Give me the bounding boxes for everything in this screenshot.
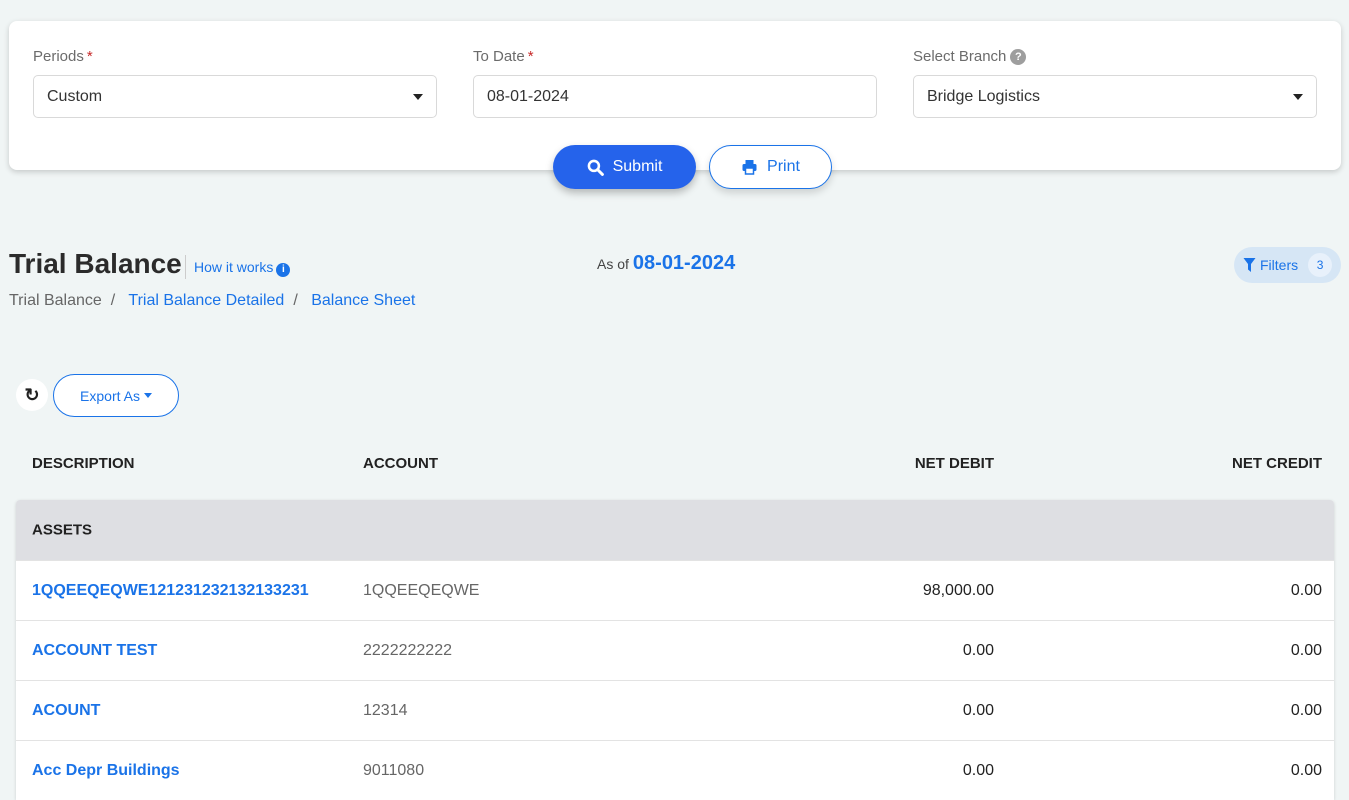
export-label: Export As [80, 387, 140, 404]
filters-label: Filters [1260, 257, 1299, 273]
printer-icon [742, 160, 757, 175]
breadcrumb-trial-balance-detailed[interactable]: Trial Balance Detailed [128, 292, 284, 309]
column-net-credit[interactable]: NET CREDIT [1232, 455, 1322, 472]
periods-select[interactable]: Custom [33, 75, 437, 118]
branch-select[interactable]: Bridge Logistics [913, 75, 1317, 118]
periods-value: Custom [47, 87, 103, 105]
account-cell: 9011080 [363, 761, 425, 779]
info-icon: i [276, 263, 291, 277]
required-mark: * [527, 48, 534, 65]
group-row: ASSETS [16, 500, 1334, 560]
account-cell: 1QQEEQEQWE [363, 581, 480, 599]
branch-label: Select Branch [913, 48, 1007, 65]
table-header: DESCRIPTION ACCOUNT NET DEBIT NET CREDIT [16, 455, 1334, 487]
account-cell: 12314 [363, 701, 408, 719]
to-date-value: 08-01-2024 [487, 87, 569, 105]
branch-value: Bridge Logistics [927, 87, 1040, 105]
as-of-label: As of [597, 256, 629, 272]
required-mark: * [86, 48, 93, 65]
table-row: 1QQEEQEQWE121231232132133231 1QQEEQEQWE … [16, 560, 1334, 620]
to-date-input[interactable]: 08-01-2024 [473, 75, 877, 118]
debit-cell: 98,000.00 [922, 581, 994, 599]
print-button[interactable]: Print [709, 145, 832, 189]
to-date-label: To Date [473, 48, 525, 65]
periods-label: Periods [33, 48, 84, 65]
filters-button[interactable]: Filters 3 [1234, 247, 1341, 283]
caret-down-icon [413, 93, 423, 100]
submit-label: Submit [612, 158, 663, 175]
trial-balance-table: ASSETS 1QQEEQEQWE121231232132133231 1QQE… [16, 500, 1334, 800]
as-of-date: As of 08-01-2024 [597, 252, 735, 275]
debit-cell: 0.00 [962, 641, 994, 659]
caret-down-icon [1293, 93, 1303, 100]
to-date-field: To Date * 08-01-2024 [473, 48, 877, 118]
how-it-works-link[interactable]: How it works i [185, 255, 291, 279]
description-link[interactable]: Acc Depr Buildings [32, 762, 180, 780]
credit-cell: 0.00 [1290, 581, 1322, 599]
table-row: ACCOUNT TEST 2222222222 0.00 0.00 [16, 620, 1334, 680]
periods-field: Periods * Custom [33, 48, 437, 118]
debit-cell: 0.00 [962, 701, 994, 719]
branch-field: Select Branch? Bridge Logistics [913, 48, 1317, 118]
search-icon [587, 159, 604, 176]
column-net-debit[interactable]: NET DEBIT [915, 455, 994, 472]
filters-count-badge: 3 [1308, 253, 1333, 277]
description-link[interactable]: ACOUNT [32, 702, 100, 720]
credit-cell: 0.00 [1290, 701, 1322, 719]
refresh-icon: ↻ [24, 384, 40, 405]
description-link[interactable]: 1QQEEQEQWE121231232132133231 [32, 582, 309, 600]
how-it-works-label: How it works [194, 259, 274, 275]
refresh-button[interactable]: ↻ [16, 379, 48, 411]
print-label: Print [767, 158, 800, 175]
credit-cell: 0.00 [1290, 761, 1322, 779]
breadcrumb-balance-sheet[interactable]: Balance Sheet [311, 292, 415, 309]
table-row: ACOUNT 12314 0.00 0.00 [16, 680, 1334, 740]
caret-down-icon [143, 393, 152, 398]
export-as-dropdown[interactable]: Export As [53, 374, 179, 417]
as-of-value: 08-01-2024 [632, 252, 736, 274]
submit-button[interactable]: Submit [553, 145, 696, 189]
column-account[interactable]: ACCOUNT [363, 455, 438, 472]
description-link[interactable]: ACCOUNT TEST [32, 642, 157, 660]
debit-cell: 0.00 [962, 761, 994, 779]
group-label: ASSETS [32, 521, 93, 539]
filter-icon [1243, 258, 1256, 272]
table-row: Acc Depr Buildings 9011080 0.00 0.00 [16, 740, 1334, 800]
breadcrumb: Trial Balance / Trial Balance Detailed / B… [9, 292, 416, 309]
page-title: Trial Balance [9, 248, 182, 279]
help-icon[interactable]: ? [1010, 49, 1027, 65]
column-description[interactable]: DESCRIPTION [32, 455, 135, 472]
credit-cell: 0.00 [1290, 641, 1322, 659]
breadcrumb-current: Trial Balance [9, 292, 102, 309]
account-cell: 2222222222 [363, 641, 452, 659]
